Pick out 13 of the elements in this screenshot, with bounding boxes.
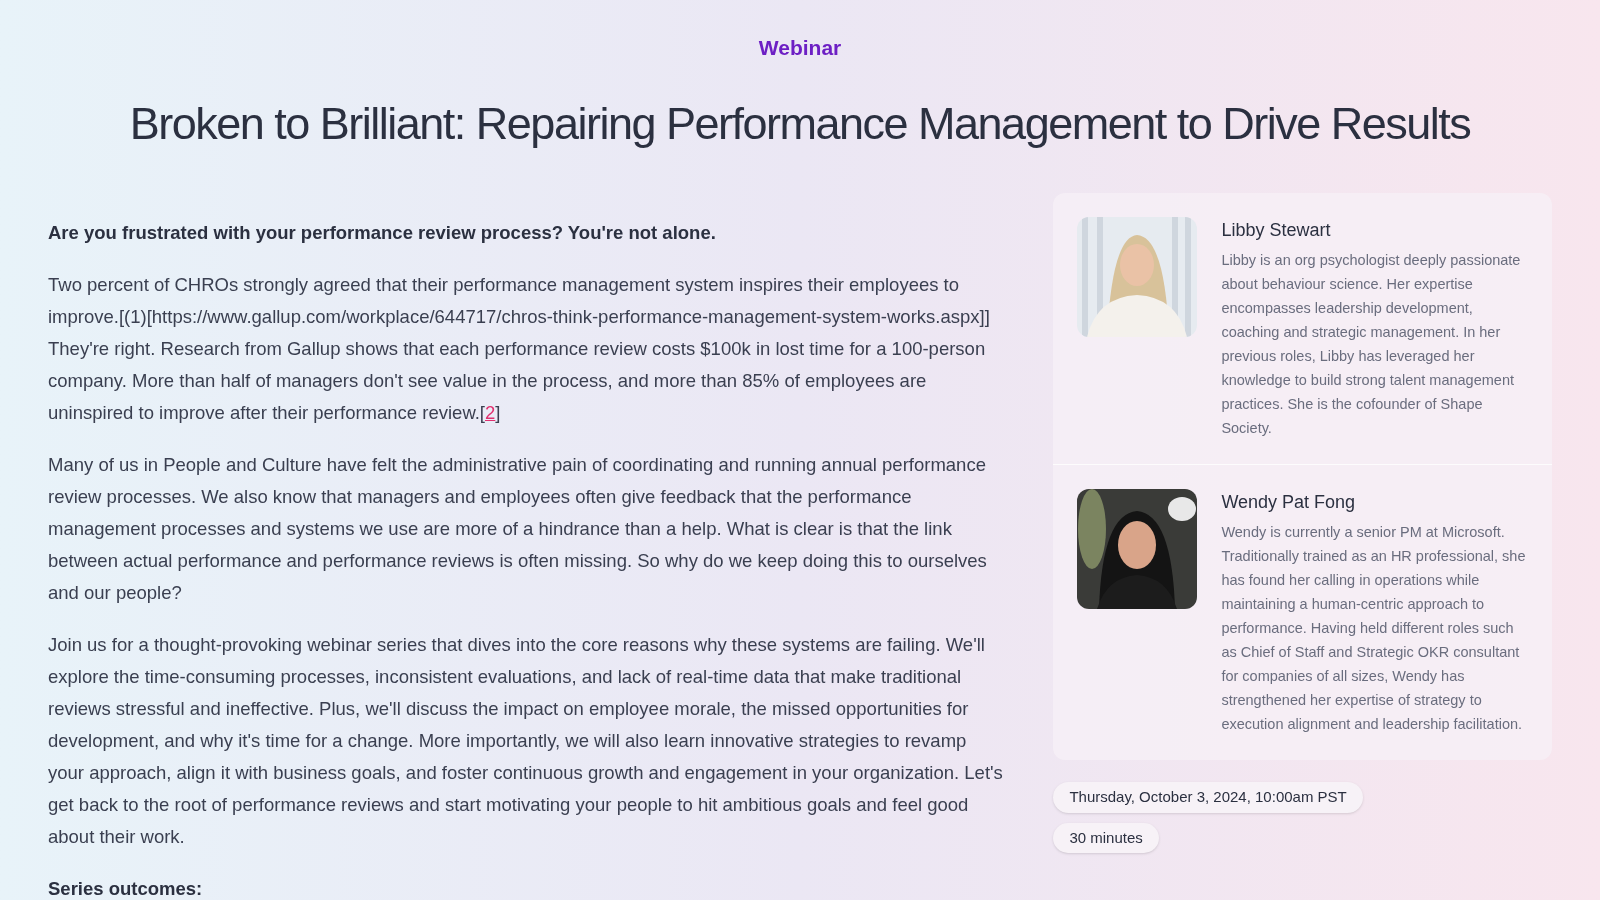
eyebrow-label: Webinar <box>758 35 842 61</box>
detail-pill: 30 minutes <box>1053 822 1159 853</box>
speaker-bio: Libby is an org psychologist deeply passionate about behaviour science. Her expertise encompasses leadership development, coaching and strategic management. In her previous roles, Libby has leveraged her knowledge to build strong talent management practices. She is the cofounder of Shape Society. <box>1221 251 1522 438</box>
speaker-bio: Wendy is currently a senior PM at Microsoft. Traditionally trained as an HR professional, she has found her calling in operations while maintaining a human-centric approach to performance. Having held different roles such as Chief of Staff and Strategic OKR consultant for companies of all sizes, Wendy has strengthened her expertise of strategy to execution alignment and leadership facilitation. <box>1221 523 1527 734</box>
speaker-name: Libby Stewart <box>1221 219 1332 242</box>
speaker-name: Wendy Pat Fong <box>1221 491 1357 514</box>
body-paragraph: Join us for a thought-provoking webinar series that dives into the core reasons why these systems are failing. We'll explore the time-consuming processes, inconsistent evaluations, and lack of real-time data that make traditional reviews stressful and ineffective. Plus, we'll discuss the impact on employee morale, the missed opportunities for development, and why it's time for a change. More importantly, we will also learn innovative strategies to revamp your approach, align it with business goals, and foster continuous growth and engagement in your organization. Let's get back to the root of performance reviews and start motivating your people to hit ambitious goals and feel good about their work. <box>48 633 1004 849</box>
section-heading: Series outcomes: <box>48 877 204 900</box>
page-title: Broken to Brilliant: Repairing Performance Management to Drive Results <box>129 96 1471 151</box>
detail-pill: Thursday, October 3, 2024, 10:00am PST <box>1053 782 1363 813</box>
body-paragraph: Many of us in People and Culture have felt the administrative pain of coordinating and running annual performance review processes. We also know that managers and employees often give feedback that the performance management processes and systems we use are more of a hindrance than a help. What is clear is that the link between actual performance and performance reviews is often missing. So why do we keep doing this to ourselves and our people? <box>48 453 988 605</box>
intro-text: Are you frustrated with your performance review process? You're not alone. <box>48 221 717 245</box>
body-paragraph: Two percent of CHROs strongly agreed that their performance management system inspires their employees to improve.[(1)[https://www.gallup.com/workplace/644717/chros-think-performance-management-system-works.aspx]] They're right. Research from Gallup shows that each performance review costs $100k in lost time for a 100-person company. More than half of managers don't see value in the process, and more than 85% of employees are uninspired to improve after their performance review.[2] <box>48 273 991 425</box>
